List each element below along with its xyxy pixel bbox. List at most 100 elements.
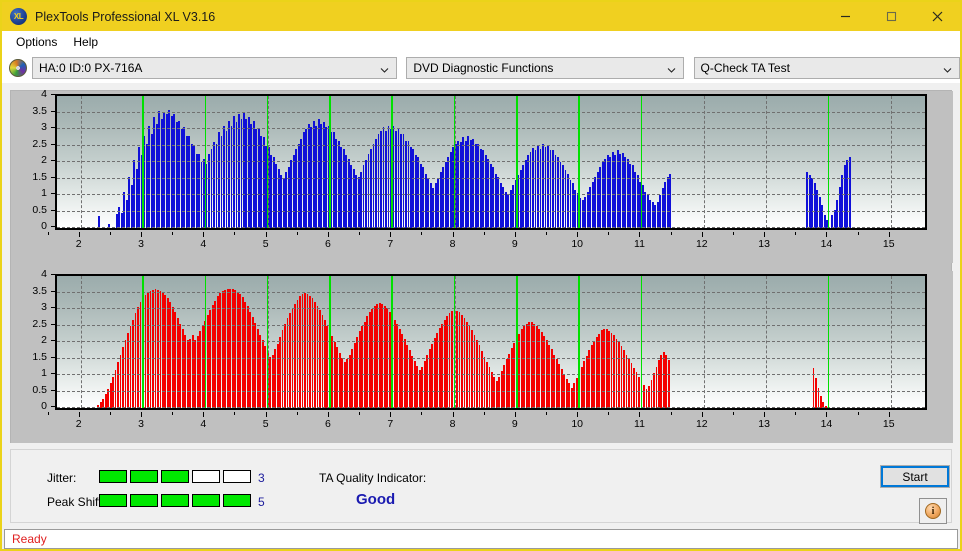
x-axis-minor-tick [47,232,49,235]
drive-select[interactable]: HA:0 ID:0 PX-716A [32,57,398,79]
x-axis-label: 14 [820,418,833,430]
x-axis-minor-tick [670,412,672,415]
x-axis-tick [639,412,641,417]
x-axis-tick [265,232,267,237]
ta-quality-value: Good [356,491,396,508]
start-button[interactable]: Start [880,465,950,488]
x-axis-tick [452,412,454,417]
marker-line [640,96,643,228]
x-axis-label: 7 [387,418,394,430]
meter-segment [161,494,189,507]
x-axis-label: 3 [138,238,144,250]
x-axis-tick [203,412,205,417]
x-axis-tick [514,412,516,417]
disc-icon [9,59,27,77]
marker-line [329,96,331,228]
meter-segment [223,470,251,483]
y-axis-label: 1.5 [32,170,47,183]
x-axis-label: 8 [449,418,456,430]
marker-line [578,96,580,228]
marker-line [142,96,144,228]
test-select[interactable]: Q-Check TA Test [693,57,960,79]
x-axis-label: 5 [262,418,269,430]
function-select[interactable]: DVD Diagnostic Functions [406,57,684,79]
chart-peak-shift-plot [55,274,927,410]
marker-line [827,276,830,408]
chart-bar [98,216,101,228]
y-axis-label: 3.5 [32,104,47,117]
y-axis-label: 4 [41,268,47,280]
y-axis-label: 2.5 [32,317,47,330]
close-icon[interactable] [914,2,960,31]
x-axis-label: 12 [695,238,708,250]
info-button[interactable]: i [919,498,947,524]
marker-line [827,96,830,228]
chart-peak-shift-bars [57,276,925,408]
y-axis-label: 3 [41,301,47,313]
y-axis-label: 3.5 [32,284,47,297]
x-axis-tick [327,412,329,417]
chart-bar [824,406,827,408]
x-axis-tick [203,232,205,237]
x-axis-label: 3 [138,418,144,430]
meter-segment [192,470,220,483]
x-axis-minor-tick [483,412,485,415]
x-axis-tick [452,232,454,237]
x-axis-label: 2 [75,238,82,250]
marker-line [391,276,394,408]
x-axis-tick [826,412,828,417]
x-axis-minor-tick [421,412,423,415]
title-bar: XL PlexTools Professional XL V3.16 [2,2,960,31]
x-axis-tick [701,232,703,237]
y-axis-label: 1.5 [32,350,47,363]
x-axis-label: 9 [511,238,518,250]
minimize-icon[interactable] [822,2,868,31]
drive-select-value: HA:0 ID:0 PX-716A [39,61,143,75]
chart-bar [667,360,670,408]
status-text: Ready [12,532,47,546]
maximize-icon[interactable] [868,2,914,31]
meter-segment [223,494,251,507]
x-axis-tick [701,412,703,417]
chart-bar [669,173,672,228]
chevron-down-icon [667,64,676,73]
x-axis-minor-tick [296,412,298,415]
peak-shift-meter [99,494,251,507]
x-axis-label: 4 [200,238,207,250]
marker-line [204,96,207,228]
jitter-value: 3 [258,471,265,485]
marker-line [204,276,207,408]
toolbar: HA:0 ID:0 PX-716A DVD Diagnostic Functio… [2,53,960,83]
x-axis-minor-tick [857,412,859,415]
window-controls [822,2,960,31]
x-axis-label: 8 [449,238,456,250]
x-axis-tick [327,232,329,237]
x-axis-label: 14 [820,238,833,250]
menu-item-options[interactable]: Options [8,33,65,51]
x-axis-minor-tick [670,232,672,235]
meter-segment [130,494,158,507]
y-axis-label: 4 [41,88,47,100]
x-axis-label: 9 [511,418,518,430]
x-axis-minor-tick [732,232,734,235]
x-axis-label: 6 [325,418,331,430]
x-axis-minor-tick [795,412,797,415]
meter-segment [130,470,158,483]
menu-item-help[interactable]: Help [65,33,106,51]
chart-peak-shift-x-axis: 2 3 4 5 6 7 8 9 10 11 12 13 14 15 [47,412,927,438]
chevron-down-icon [943,64,952,73]
marker-line [453,96,456,228]
x-axis-minor-tick [47,412,49,415]
chart-jitter: 0 0.5 1 1.5 2 2.5 3 3.5 4 2 3 4 5 6 7 8 9 10 11 12 13 14 15 [11,88,953,263]
meter-segment [192,494,220,507]
ta-quality-label: TA Quality Indicator: [319,471,427,485]
x-axis-tick [78,412,80,417]
x-axis-minor-tick [546,232,547,235]
charts-panel: 0 0.5 1 1.5 2 2.5 3 3.5 4 2 3 4 5 6 7 8 9 10 11 12 13 14 15 0… [10,88,953,443]
peak-shift-label: Peak Shift: [47,495,106,509]
jitter-meter [99,470,251,483]
x-axis-minor-tick [421,232,423,235]
results-panel: Jitter: 3 Peak Shift: 5 TA Quality Indic… [10,449,952,524]
marker-line [391,96,394,228]
x-axis-tick [390,232,392,237]
